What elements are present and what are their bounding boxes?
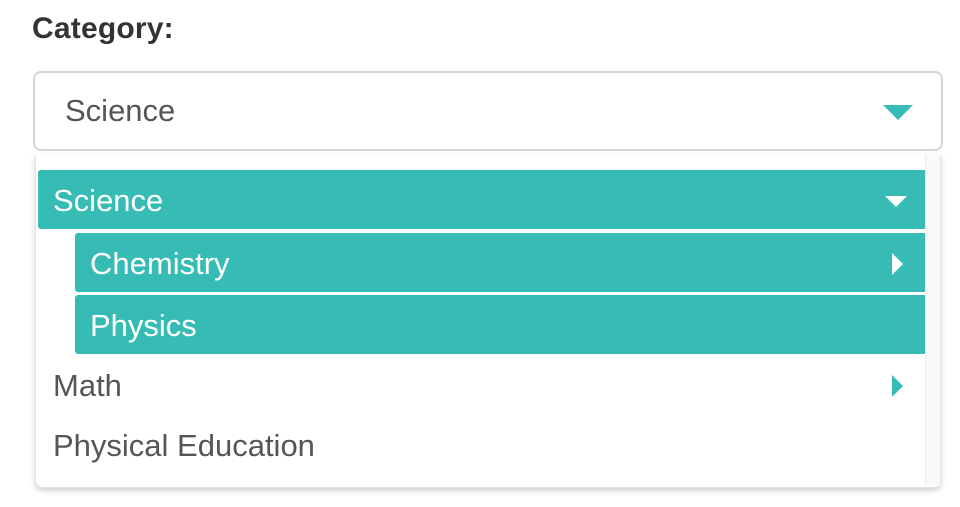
chevron-right-icon[interactable] bbox=[892, 375, 903, 397]
dropdown-arrow-icon[interactable] bbox=[883, 105, 913, 120]
dropdown-scrollbar[interactable] bbox=[925, 154, 940, 486]
option-math[interactable]: Math bbox=[38, 358, 927, 416]
option-label: Math bbox=[53, 368, 122, 403]
option-physical-education[interactable]: Physical Education bbox=[38, 418, 927, 476]
option-label: Physics bbox=[90, 308, 197, 343]
chevron-right-icon[interactable] bbox=[892, 253, 903, 275]
category-label: Category: bbox=[32, 12, 174, 45]
option-label: Science bbox=[53, 183, 164, 218]
option-label: Chemistry bbox=[90, 246, 230, 281]
option-science[interactable]: Science bbox=[38, 170, 927, 229]
category-dropdown-menu: Science Chemistry Physics Math Physical … bbox=[35, 154, 941, 488]
option-physics[interactable]: Physics bbox=[75, 295, 927, 354]
category-select[interactable]: Science bbox=[33, 71, 943, 151]
option-chemistry[interactable]: Chemistry bbox=[75, 233, 927, 292]
selected-value: Science bbox=[65, 93, 176, 128]
chevron-down-icon[interactable] bbox=[885, 196, 907, 207]
option-label: Physical Education bbox=[53, 428, 315, 463]
